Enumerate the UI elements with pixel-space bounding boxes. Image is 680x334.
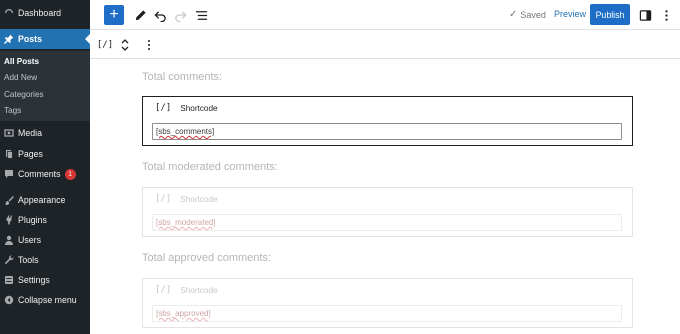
paragraph-heading[interactable]: Total comments: — [142, 71, 222, 83]
menu-item-tools[interactable]: Tools — [0, 250, 90, 270]
move-up-down-icon[interactable] — [119, 37, 131, 53]
user-icon — [4, 235, 14, 245]
shortcode-value: [sbs_moderated] — [156, 218, 216, 227]
menu-item-users[interactable]: Users — [0, 230, 90, 250]
menu-item-pages[interactable]: Pages — [0, 144, 90, 164]
block-toolbar: [/] — [90, 31, 680, 59]
redo-icon[interactable] — [172, 5, 188, 25]
editor-toolbar: + ✓ Saved Preview Publish — [90, 0, 680, 30]
menu-label: Posts — [18, 34, 42, 44]
plugin-icon — [4, 215, 14, 225]
menu-label: Pages — [18, 149, 43, 159]
settings-icon — [4, 275, 14, 285]
block-name: Shortcode — [180, 103, 218, 113]
block-options-icon[interactable] — [144, 37, 154, 53]
block-name: Shortcode — [180, 194, 218, 204]
settings-panel-icon[interactable] — [636, 5, 654, 25]
shortcode-input[interactable]: [sbs_comments] — [152, 123, 622, 140]
menu-item-media[interactable]: Media — [0, 123, 90, 143]
comments-count-badge: 1 — [64, 168, 76, 180]
shortcode-icon: [/] — [155, 194, 172, 204]
submenu-all-posts[interactable]: All Posts — [4, 57, 39, 66]
menu-item-appearance[interactable]: Appearance — [0, 190, 90, 210]
submenu-categories[interactable]: Categories — [4, 90, 44, 99]
menu-item-settings[interactable]: Settings — [0, 270, 90, 290]
wrench-icon — [4, 255, 14, 265]
submenu-tags[interactable]: Tags — [4, 106, 21, 115]
submenu-add-new[interactable]: Add New — [4, 73, 37, 82]
check-icon: ✓ — [509, 9, 518, 20]
menu-label: Collapse menu — [18, 295, 77, 305]
save-status-label: Saved — [520, 9, 546, 20]
preview-button[interactable]: Preview — [554, 9, 586, 19]
publish-button[interactable]: Publish — [590, 4, 630, 25]
menu-label: Users — [18, 235, 41, 245]
paragraph-heading[interactable]: Total moderated comments: — [142, 161, 278, 173]
menu-item-dashboard[interactable]: Dashboard — [0, 3, 90, 23]
block-label: [/] Shortcode — [155, 103, 218, 113]
shortcode-icon: [/] — [155, 103, 172, 113]
shortcode-block[interactable]: [/] Shortcode [sbs_moderated] — [142, 187, 633, 237]
shortcode-icon: [/] — [155, 285, 172, 295]
menu-label: Appearance — [18, 195, 66, 205]
shortcode-value: [sbs_comments] — [156, 127, 215, 136]
add-block-button[interactable]: + — [104, 5, 124, 25]
dashboard-icon — [4, 8, 14, 18]
pages-icon — [4, 149, 14, 159]
menu-label: Comments — [18, 169, 61, 179]
undo-icon[interactable] — [152, 5, 168, 25]
menu-item-plugins[interactable]: Plugins — [0, 210, 90, 230]
shortcode-block[interactable]: [/] Shortcode [sbs_approved] — [142, 278, 633, 328]
block-label: [/] Shortcode — [155, 194, 218, 204]
menu-label: Tools — [18, 255, 39, 265]
more-options-icon[interactable] — [659, 5, 673, 25]
save-status: ✓ Saved — [509, 9, 546, 20]
brush-icon — [4, 195, 14, 205]
menu-label: Settings — [18, 275, 50, 285]
pin-icon — [4, 34, 14, 44]
menu-item-comments[interactable]: Comments 1 — [0, 164, 90, 184]
admin-sidebar: Dashboard Posts All Posts Add New Catego… — [0, 0, 90, 334]
menu-label: Dashboard — [18, 8, 62, 18]
media-icon — [4, 128, 14, 138]
shortcode-block-icon[interactable]: [/] — [97, 37, 113, 53]
shortcode-value: [sbs_approved] — [156, 309, 211, 318]
list-view-icon[interactable] — [193, 5, 209, 25]
menu-label: Plugins — [18, 215, 47, 225]
block-label: [/] Shortcode — [155, 285, 218, 295]
collapse-menu-button[interactable]: Collapse menu — [0, 290, 90, 310]
menu-label: Media — [18, 128, 42, 138]
block-name: Shortcode — [180, 285, 218, 295]
comments-icon — [4, 169, 14, 179]
shortcode-input[interactable]: [sbs_approved] — [152, 305, 622, 322]
menu-item-posts[interactable]: Posts — [0, 29, 90, 49]
shortcode-block[interactable]: [/] Shortcode [sbs_comments] — [142, 96, 633, 146]
paragraph-heading[interactable]: Total approved comments: — [142, 252, 271, 264]
collapse-icon — [4, 295, 14, 305]
shortcode-input[interactable]: [sbs_moderated] — [152, 214, 622, 231]
pencil-icon[interactable] — [132, 5, 148, 25]
